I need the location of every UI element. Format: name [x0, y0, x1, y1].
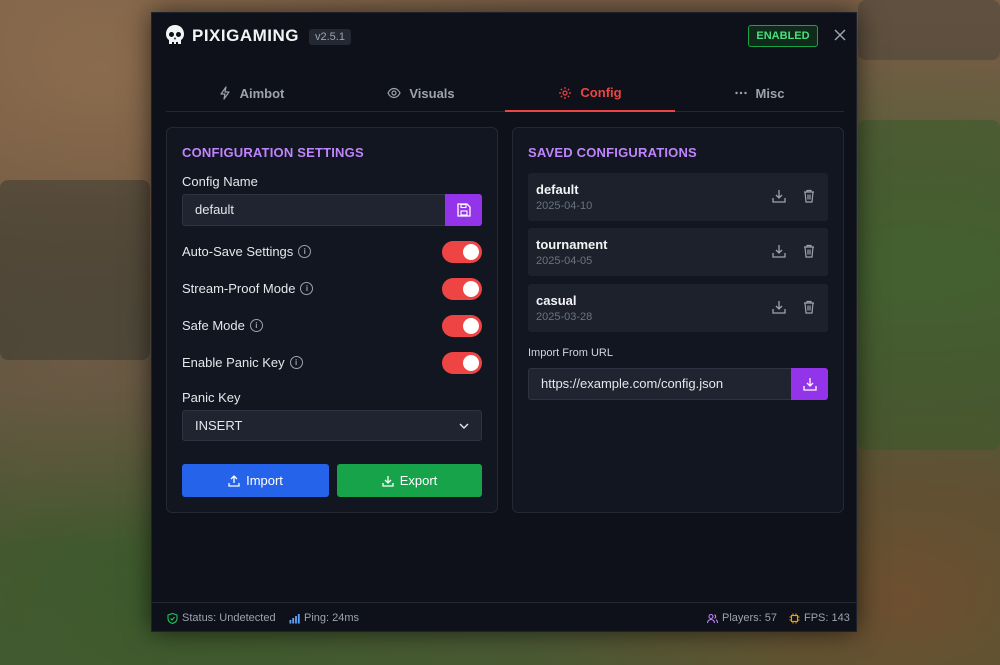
app-title: PIXIGAMING — [192, 26, 300, 45]
chevron-down-icon — [459, 423, 469, 429]
tab-bar: Aimbot Visuals Config Misc — [166, 75, 844, 112]
card-title: CONFIGURATION SETTINGS — [182, 145, 364, 160]
download-icon[interactable] — [772, 189, 786, 203]
enabled-badge[interactable]: ENABLED — [748, 25, 818, 47]
skull-icon — [166, 25, 184, 44]
close-button[interactable] — [832, 26, 848, 44]
panic-key-toggle[interactable] — [442, 352, 482, 374]
background-foliage — [858, 120, 1000, 450]
version-badge: v2.5.1 — [309, 29, 351, 45]
import-url-button[interactable] — [791, 368, 828, 400]
close-icon — [834, 29, 846, 41]
toggle-knob — [463, 318, 479, 334]
saved-config-item[interactable]: casual 2025-03-28 — [528, 284, 828, 332]
tab-label: Aimbot — [239, 85, 285, 101]
stream-proof-toggle[interactable] — [442, 278, 482, 300]
saved-configurations-card: SAVED CONFIGURATIONS default 2025-04-10 … — [512, 127, 844, 513]
tab-misc[interactable]: Misc — [674, 75, 844, 111]
import-url-input[interactable]: https://example.com/config.json — [528, 368, 792, 400]
panic-key-label: Panic Key — [182, 390, 241, 405]
safe-mode-label: Safe Mode i — [182, 318, 263, 333]
panic-key-value: INSERT — [195, 418, 243, 433]
download-icon — [382, 475, 394, 487]
trash-icon[interactable] — [802, 189, 816, 203]
signal-icon — [289, 613, 300, 623]
background-structure — [858, 0, 1000, 60]
ping-indicator: Ping: 24ms — [289, 612, 359, 624]
upload-icon — [228, 474, 240, 487]
trash-icon[interactable] — [802, 300, 816, 314]
panic-key-enable-label: Enable Panic Key i — [182, 355, 303, 370]
configuration-settings-card: CONFIGURATION SETTINGS Config Name defau… — [166, 127, 498, 513]
auto-save-label: Auto-Save Settings i — [182, 244, 312, 259]
toggle-knob — [463, 355, 479, 371]
trash-icon[interactable] — [802, 244, 816, 258]
import-url-label: Import From URL — [528, 347, 613, 359]
cpu-icon — [789, 613, 800, 623]
toggle-knob — [463, 281, 479, 297]
fps-indicator: FPS: 143 — [789, 612, 850, 624]
download-icon[interactable] — [772, 244, 786, 258]
ellipsis-icon — [734, 91, 747, 95]
saved-config-date: 2025-03-28 — [536, 311, 593, 323]
auto-save-toggle[interactable] — [442, 241, 482, 263]
export-button[interactable]: Export — [337, 464, 482, 497]
download-icon — [802, 378, 817, 391]
cheat-menu-window: PIXIGAMING v2.5.1 ENABLED Aimbot Visuals… — [151, 12, 857, 632]
panic-key-select[interactable]: INSERT — [182, 410, 482, 441]
saved-config-name: casual — [536, 293, 577, 308]
status-indicator: Status: Undetected — [167, 612, 276, 624]
safe-mode-toggle[interactable] — [442, 315, 482, 337]
saved-config-date: 2025-04-05 — [536, 255, 593, 267]
toggle-knob — [463, 244, 479, 260]
config-name-input[interactable]: default — [182, 194, 446, 226]
tab-label: Config — [580, 85, 622, 100]
info-icon[interactable]: i — [249, 319, 263, 332]
download-icon[interactable] — [772, 300, 786, 314]
eye-icon — [387, 87, 402, 99]
save-config-button[interactable] — [445, 194, 482, 226]
tab-config[interactable]: Config — [505, 75, 675, 112]
tab-aimbot[interactable]: Aimbot — [166, 75, 336, 111]
config-name-label: Config Name — [182, 174, 258, 189]
info-icon[interactable]: i — [289, 356, 303, 369]
tab-visuals[interactable]: Visuals — [336, 75, 506, 111]
info-icon[interactable]: i — [300, 282, 314, 295]
saved-config-date: 2025-04-10 — [536, 200, 593, 212]
gear-icon — [559, 86, 572, 99]
players-indicator: Players: 57 — [707, 612, 777, 624]
saved-config-item[interactable]: default 2025-04-10 — [528, 173, 828, 221]
saved-config-name: tournament — [536, 237, 608, 252]
tab-label: Visuals — [409, 85, 455, 101]
saved-config-name: default — [536, 182, 579, 197]
tab-label: Misc — [755, 85, 785, 101]
info-icon[interactable]: i — [298, 245, 312, 258]
lightning-icon — [220, 86, 230, 100]
saved-config-item[interactable]: tournament 2025-04-05 — [528, 228, 828, 276]
users-icon — [707, 613, 718, 623]
background-rock — [0, 180, 150, 360]
import-button[interactable]: Import — [182, 464, 329, 497]
card-title: SAVED CONFIGURATIONS — [528, 145, 697, 160]
save-icon — [456, 203, 471, 217]
stream-proof-label: Stream-Proof Mode i — [182, 281, 314, 296]
shield-icon — [167, 612, 178, 624]
title-bar[interactable]: PIXIGAMING v2.5.1 ENABLED — [152, 13, 856, 61]
status-bar: Status: Undetected Ping: 24ms Players: 5… — [152, 602, 856, 633]
